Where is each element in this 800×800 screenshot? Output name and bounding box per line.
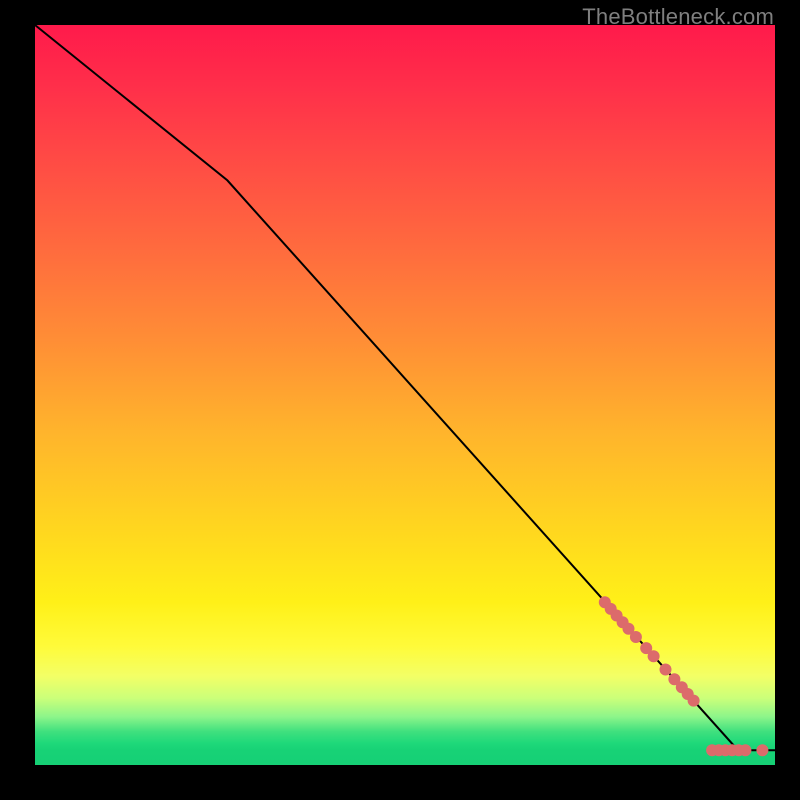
chart-svg bbox=[35, 25, 775, 765]
marker-dot bbox=[648, 650, 660, 662]
chart-frame: TheBottleneck.com bbox=[0, 0, 800, 800]
marker-dot bbox=[688, 695, 700, 707]
marker-dot bbox=[756, 744, 768, 756]
markers-layer bbox=[599, 596, 769, 756]
marker-dot bbox=[739, 744, 751, 756]
marker-dot bbox=[660, 664, 672, 676]
plot-area bbox=[35, 25, 775, 765]
curve-layer bbox=[35, 25, 775, 750]
marker-dot bbox=[630, 631, 642, 643]
main-curve bbox=[35, 25, 775, 750]
